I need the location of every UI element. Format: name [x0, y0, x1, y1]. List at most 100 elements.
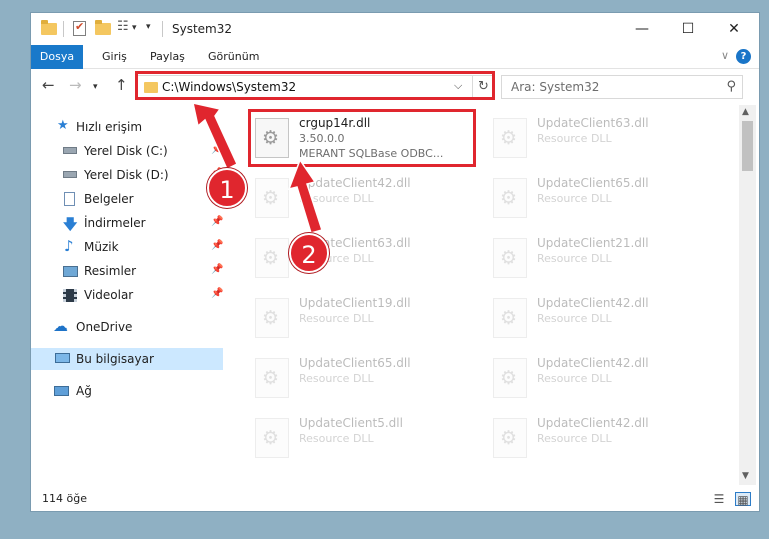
- sidebar-item-music[interactable]: ♪ Müzik 📌: [31, 236, 223, 258]
- videos-icon: [63, 289, 77, 302]
- file-name: UpdateClient5.dll: [299, 416, 403, 430]
- search-input[interactable]: Ara: System32: [511, 80, 599, 94]
- search-icon[interactable]: ⚲: [726, 79, 736, 94]
- drive-icon: [63, 147, 77, 154]
- pin-icon[interactable]: 📌: [211, 216, 223, 227]
- title-bar: ☷ ▾ ▾ System32 — ☐ ✕: [31, 13, 759, 45]
- new-folder-icon[interactable]: [95, 20, 111, 35]
- dll-file-icon: [255, 298, 289, 338]
- sidebar-item-label: Resimler: [84, 264, 137, 278]
- vertical-scrollbar[interactable]: ▲ ▼: [739, 105, 756, 485]
- dll-file-icon: [493, 298, 527, 338]
- pin-icon[interactable]: 📌: [211, 288, 223, 299]
- close-button[interactable]: ✕: [711, 15, 757, 43]
- sidebar-item-onedrive[interactable]: ☁ OneDrive: [31, 316, 223, 338]
- search-box[interactable]: Ara: System32 ⚲: [501, 75, 743, 99]
- customize-view-icon[interactable]: ☷: [117, 19, 129, 34]
- file-item[interactable]: UpdateClient21.dll Resource DLL: [489, 230, 719, 290]
- quick-access-toolbar-menu-icon[interactable]: ▾: [146, 22, 151, 32]
- sidebar-item-label: Ağ: [76, 384, 92, 398]
- pin-icon[interactable]: 📌: [211, 240, 223, 251]
- network-icon: [54, 386, 69, 396]
- file-item[interactable]: UpdateClient5.dll Resource DLL: [251, 410, 481, 470]
- up-arrow-icon[interactable]: ↑: [115, 76, 128, 94]
- forward-arrow-icon[interactable]: →: [69, 76, 82, 94]
- file-item[interactable]: UpdateClient19.dll Resource DLL: [251, 290, 481, 350]
- cloud-icon: ☁: [53, 317, 68, 335]
- scroll-up-icon[interactable]: ▲: [742, 107, 749, 117]
- file-item[interactable]: UpdateClient42.dll Resource DLL: [489, 290, 719, 350]
- callout-2: 2: [289, 233, 329, 273]
- navigation-pane: ★ Hızlı erişim Yerel Disk (C:) 📌 Yerel D…: [31, 105, 226, 485]
- maximize-button[interactable]: ☐: [665, 15, 711, 43]
- file-name: UpdateClient42.dll: [299, 176, 411, 190]
- sidebar-item-downloads[interactable]: 🡇 İndirmeler 📌: [31, 212, 223, 234]
- file-item[interactable]: UpdateClient63.dll Resource DLL: [251, 230, 481, 290]
- file-item[interactable]: UpdateClient65.dll Resource DLL: [489, 170, 719, 230]
- properties-icon[interactable]: [73, 20, 86, 36]
- sidebar-item-this-pc[interactable]: Bu bilgisayar: [31, 348, 223, 370]
- file-item[interactable]: UpdateClient65.dll Resource DLL: [251, 350, 481, 410]
- dll-file-icon: [255, 238, 289, 278]
- file-item[interactable]: UpdateClient42.dll Resource DLL: [251, 170, 481, 230]
- file-description: Resource DLL: [299, 312, 374, 325]
- sidebar-item-local-disk-c[interactable]: Yerel Disk (C:) 📌: [31, 140, 223, 162]
- tab-home[interactable]: Giriş: [102, 45, 127, 69]
- tab-file[interactable]: Dosya: [31, 45, 83, 69]
- file-description: Resource DLL: [299, 192, 374, 205]
- ribbon-tabs: Dosya Giriş Paylaş Görünüm ∨ ?: [31, 45, 759, 69]
- sidebar-item-label: Yerel Disk (C:): [84, 144, 168, 158]
- pictures-icon: [63, 266, 78, 277]
- file-item[interactable]: UpdateClient42.dll Resource DLL: [489, 410, 719, 470]
- tiles-view-icon[interactable]: ▦: [735, 492, 751, 507]
- file-name: UpdateClient63.dll: [537, 116, 649, 130]
- tab-view[interactable]: Görünüm: [208, 45, 259, 69]
- callout-1: 1: [207, 168, 247, 208]
- dll-file-icon: [255, 178, 289, 218]
- recent-locations-icon[interactable]: ▾: [93, 82, 98, 92]
- help-icon[interactable]: ?: [736, 49, 751, 64]
- file-name: UpdateClient19.dll: [299, 296, 411, 310]
- file-name: UpdateClient42.dll: [537, 356, 649, 370]
- sidebar-item-label: Müzik: [84, 240, 119, 254]
- file-description: Resource DLL: [537, 252, 612, 265]
- file-name: UpdateClient42.dll: [537, 416, 649, 430]
- back-arrow-icon[interactable]: ←: [42, 76, 55, 94]
- star-icon: ★: [57, 118, 69, 133]
- drive-icon: [63, 171, 77, 178]
- sidebar-item-label: İndirmeler: [84, 216, 146, 230]
- dll-file-icon: [493, 418, 527, 458]
- file-description: Resource DLL: [537, 372, 612, 385]
- download-icon: 🡇: [63, 217, 78, 233]
- tab-share[interactable]: Paylaş: [150, 45, 185, 69]
- expand-ribbon-icon[interactable]: ∨: [721, 49, 729, 62]
- file-item[interactable]: UpdateClient42.dll Resource DLL: [489, 350, 719, 410]
- sidebar-item-pictures[interactable]: Resimler 📌: [31, 260, 223, 282]
- sidebar-item-network[interactable]: Ağ: [31, 380, 223, 402]
- sidebar-item-documents[interactable]: Belgeler 📌: [31, 188, 223, 210]
- file-item[interactable]: UpdateClient63.dll Resource DLL: [489, 110, 719, 170]
- minimize-button[interactable]: —: [619, 15, 665, 43]
- file-description: Resource DLL: [299, 372, 374, 385]
- details-view-icon[interactable]: ☰: [711, 492, 727, 506]
- file-name: UpdateClient42.dll: [537, 296, 649, 310]
- scroll-down-icon[interactable]: ▼: [742, 471, 749, 481]
- file-name: UpdateClient65.dll: [537, 176, 649, 190]
- sidebar-item-videos[interactable]: Videolar 📌: [31, 284, 223, 306]
- folder-icon: [41, 20, 57, 35]
- sidebar-item-local-disk-d[interactable]: Yerel Disk (D:) 📌: [31, 164, 223, 186]
- pin-icon[interactable]: 📌: [211, 264, 223, 275]
- file-description: Resource DLL: [537, 432, 612, 445]
- sidebar-item-label: Yerel Disk (D:): [84, 168, 169, 182]
- scrollbar-thumb[interactable]: [742, 121, 753, 171]
- window-title: System32: [172, 22, 233, 36]
- sidebar-item-quick-access[interactable]: ★ Hızlı erişim: [31, 116, 223, 138]
- sidebar-item-label: OneDrive: [76, 320, 133, 334]
- documents-icon: [64, 192, 75, 206]
- dll-file-icon: [493, 358, 527, 398]
- chevron-down-icon[interactable]: ▾: [132, 23, 137, 33]
- address-highlight-box: [135, 71, 495, 100]
- pin-icon[interactable]: 📌: [211, 144, 223, 155]
- status-bar: 114 öğe ☰ ▦: [31, 489, 759, 511]
- file-description: Resource DLL: [537, 192, 612, 205]
